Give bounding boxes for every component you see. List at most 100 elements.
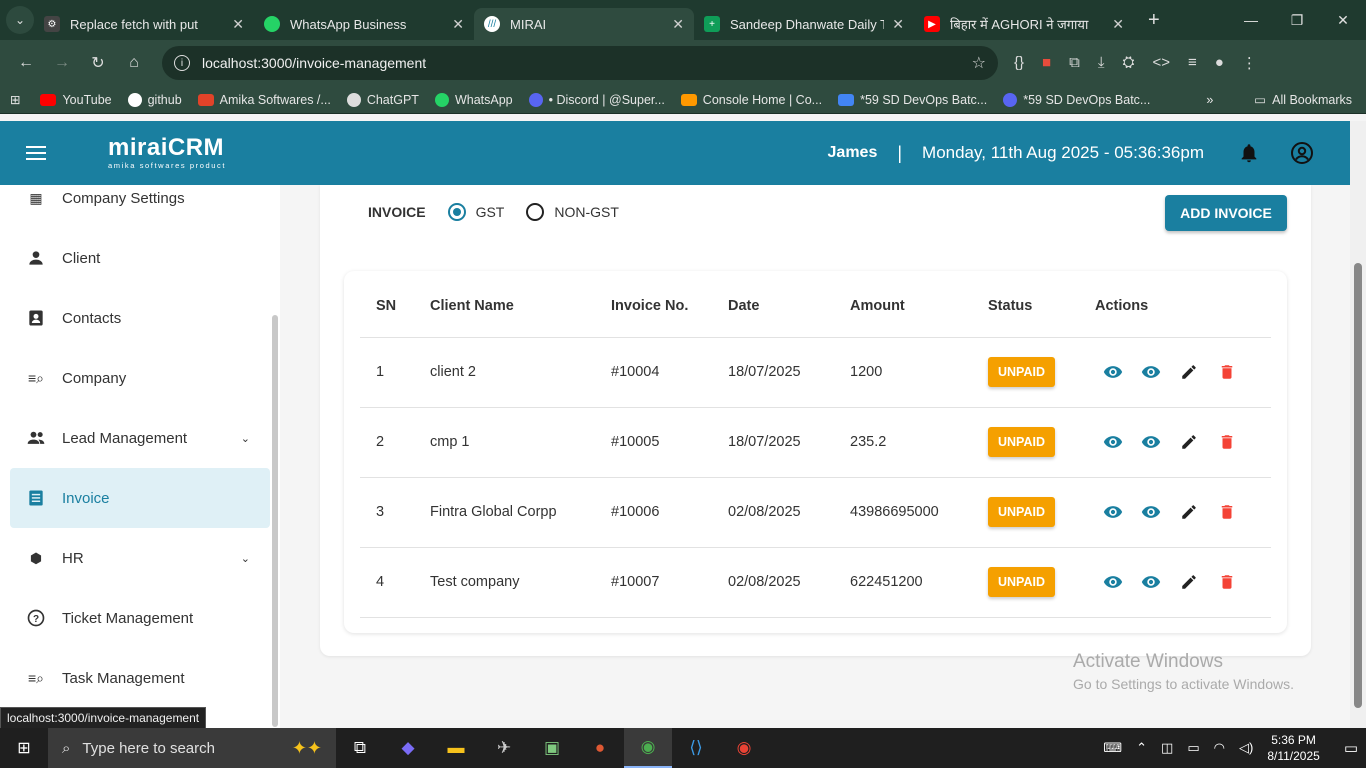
tab-close-icon[interactable]: ✕ [672, 16, 684, 33]
bookmark-item[interactable]: Amika Softwares /... [197, 93, 331, 107]
sidebar-item-company[interactable]: ≡⌕ Company [0, 348, 280, 408]
volume-icon[interactable]: ◁) [1239, 740, 1253, 756]
edit-icon[interactable] [1179, 572, 1199, 592]
back-icon[interactable]: ← [8, 54, 44, 72]
delete-icon[interactable] [1217, 432, 1237, 452]
chrome-icon[interactable]: ◉ [624, 728, 672, 768]
page-scrollbar[interactable] [1350, 121, 1366, 728]
gst-radio-label[interactable]: GST [476, 204, 505, 220]
close-window-icon[interactable]: ✕ [1320, 12, 1366, 29]
preview-icon[interactable] [1141, 362, 1161, 382]
all-bookmarks[interactable]: ▭ All Bookmarks [1254, 92, 1352, 108]
edit-icon[interactable] [1179, 362, 1199, 382]
app-icon[interactable]: ✈ [480, 728, 528, 768]
edit-icon[interactable] [1179, 502, 1199, 522]
duckduckgo-icon[interactable]: ● [576, 728, 624, 768]
reload-icon[interactable]: ↻ [80, 53, 116, 73]
delete-icon[interactable] [1217, 362, 1237, 382]
more-bookmarks-icon[interactable]: » [1206, 93, 1213, 107]
bell-icon[interactable] [1238, 141, 1260, 165]
notifications-icon[interactable]: ▭ [1344, 739, 1358, 757]
tab-search-button[interactable]: ⌄ [6, 6, 34, 34]
taskbar-clock[interactable]: 5:36 PM 8/11/2025 [1267, 732, 1320, 764]
preview-icon[interactable] [1141, 502, 1161, 522]
bookmark-item[interactable]: Console Home | Co... [680, 93, 822, 107]
tab-close-icon[interactable]: ✕ [232, 16, 244, 33]
tab-close-icon[interactable]: ✕ [452, 16, 464, 33]
profile-avatar-icon[interactable]: ● [1215, 54, 1224, 72]
extension-icon[interactable]: ■ [1042, 54, 1051, 72]
sidebar-scrollbar[interactable] [272, 315, 278, 727]
bookmark-item[interactable]: *59 SD DevOps Batc... [1003, 92, 1150, 107]
taskbar-search[interactable]: ⌕ Type here to search ✦✦ [48, 728, 336, 768]
delete-icon[interactable] [1217, 502, 1237, 522]
non-gst-radio[interactable] [526, 203, 545, 221]
devtools-icon[interactable]: <> [1152, 54, 1170, 72]
view-icon[interactable] [1103, 362, 1123, 382]
wifi-icon[interactable]: ◠ [1214, 740, 1225, 756]
view-icon[interactable] [1103, 572, 1123, 592]
keyboard-icon[interactable]: ⌨ [1103, 740, 1122, 756]
media-icon[interactable]: ≡ [1188, 54, 1197, 72]
copilot-icon[interactable]: ◆ [384, 728, 432, 768]
browser-tab[interactable]: ⚙ Replace fetch with put ✕ [34, 8, 254, 40]
view-icon[interactable] [1103, 502, 1123, 522]
chrome-icon[interactable]: ◉ [720, 728, 768, 768]
preview-icon[interactable] [1141, 432, 1161, 452]
apps-icon[interactable]: ⊞ [10, 92, 20, 107]
account-circle-icon[interactable] [1290, 141, 1314, 165]
meet-now-icon[interactable]: ◫ [1161, 740, 1173, 756]
browser-tab[interactable]: ▶ बिहार में AGHORI ने जगाया ✕ [914, 8, 1134, 40]
new-tab-icon[interactable]: + [1148, 9, 1160, 32]
tab-close-icon[interactable]: ✕ [1112, 16, 1124, 33]
sidebar-item-contacts[interactable]: Contacts [0, 288, 280, 348]
hamburger-menu-icon[interactable] [26, 142, 46, 164]
delete-icon[interactable] [1217, 572, 1237, 592]
browser-tab[interactable]: WhatsApp Business ✕ [254, 8, 474, 40]
clock-time: 5:36 PM [1271, 732, 1316, 747]
sidebar-item-task-management[interactable]: ≡⌕ Task Management [0, 648, 280, 708]
file-explorer-icon[interactable]: ▬ [432, 728, 480, 768]
bookmark-item[interactable]: ChatGPT [346, 92, 419, 107]
gst-radio[interactable] [447, 203, 466, 221]
incognito-icon[interactable]: ⛭ [1122, 54, 1134, 72]
bookmark-item[interactable]: *59 SD DevOps Batc... [838, 93, 987, 107]
tab-close-icon[interactable]: ✕ [892, 16, 904, 33]
address-bar[interactable]: i localhost:3000/invoice-management ☆ [162, 46, 998, 80]
sidebar-item-company-settings[interactable]: ▦ Company Settings [0, 185, 280, 211]
minimize-icon[interactable]: — [1228, 12, 1274, 29]
task-view-icon[interactable]: ⧉ [336, 728, 384, 768]
sidebar-item-hr[interactable]: ⬢ HR ⌄ [0, 528, 280, 588]
forward-icon[interactable]: → [44, 54, 80, 72]
add-invoice-button[interactable]: ADD INVOICE [1165, 195, 1287, 231]
browser-tab-active[interactable]: /// MIRAI ✕ [474, 8, 694, 40]
vscode-icon[interactable]: ⟨⟩ [672, 728, 720, 768]
download-icon[interactable]: ⤓ [1098, 54, 1105, 72]
photos-icon[interactable]: ▣ [528, 728, 576, 768]
page-scrollbar-thumb[interactable] [1354, 263, 1362, 708]
battery-icon[interactable]: ▭ [1187, 740, 1199, 756]
sidebar-item-invoice[interactable]: Invoice [10, 468, 270, 528]
extensions-puzzle-icon[interactable]: ⧉ [1069, 54, 1080, 72]
json-extension-icon[interactable]: {} [1014, 54, 1024, 72]
bookmark-item[interactable]: YouTube [40, 93, 112, 107]
edit-icon[interactable] [1179, 432, 1199, 452]
home-icon[interactable]: ⌂ [116, 54, 152, 72]
bookmark-item[interactable]: WhatsApp [434, 92, 513, 107]
chatgpt-icon [346, 92, 361, 107]
sidebar-item-client[interactable]: Client [0, 228, 280, 288]
site-info-icon[interactable]: i [174, 55, 190, 71]
windows-start-icon[interactable]: ⊞ [0, 738, 48, 758]
non-gst-radio-label[interactable]: NON-GST [554, 204, 619, 220]
chevron-up-icon[interactable]: ⌃ [1136, 740, 1147, 756]
sidebar-item-ticket-management[interactable]: ? Ticket Management [0, 588, 280, 648]
preview-icon[interactable] [1141, 572, 1161, 592]
bookmark-item[interactable]: • Discord | @Super... [528, 92, 665, 107]
bookmark-item[interactable]: github [127, 92, 182, 107]
browser-tab[interactable]: + Sandeep Dhanwate Daily Tas ✕ [694, 8, 914, 40]
view-icon[interactable] [1103, 432, 1123, 452]
bookmark-star-icon[interactable]: ☆ [972, 53, 986, 73]
browser-menu-icon[interactable]: ⋮ [1242, 54, 1257, 72]
restore-icon[interactable]: ❐ [1274, 12, 1320, 29]
sidebar-item-lead-management[interactable]: Lead Management ⌄ [0, 408, 280, 468]
